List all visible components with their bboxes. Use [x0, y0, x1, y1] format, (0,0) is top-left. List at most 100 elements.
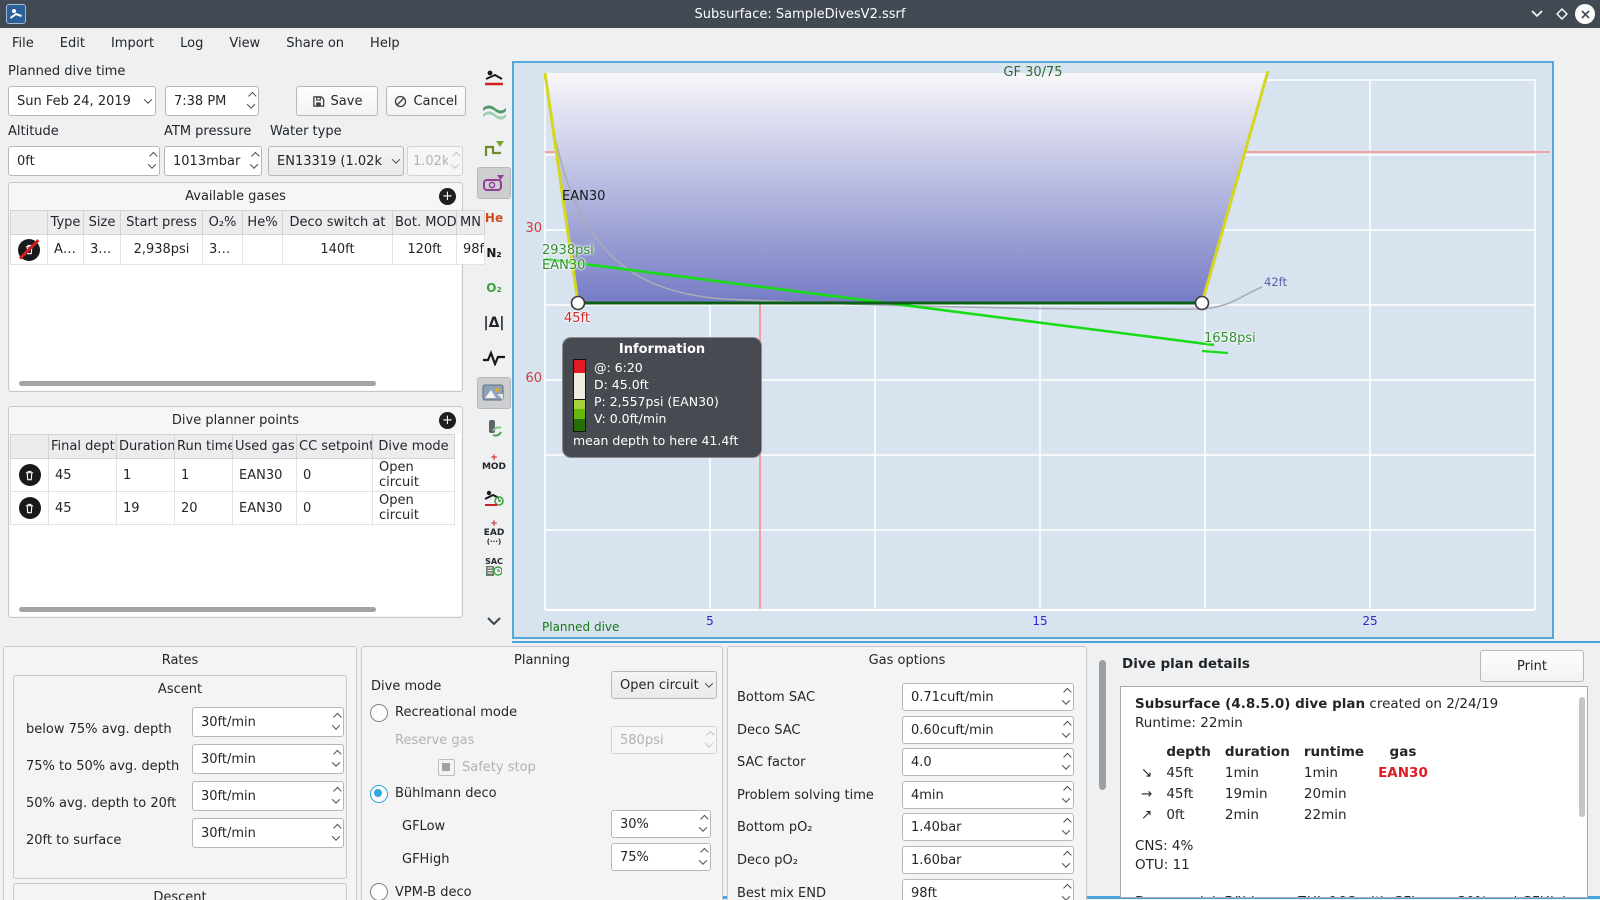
- gfhigh-spinner[interactable]: 75%: [611, 843, 711, 871]
- points-col-runtime[interactable]: Run time: [174, 434, 233, 459]
- water-type-label: Water type: [270, 124, 342, 139]
- window-title: Subsurface: SampleDivesV2.ssrf: [694, 6, 906, 22]
- atm-pressure-spinner[interactable]: 1013mbar: [164, 146, 262, 176]
- altitude-spinner[interactable]: 0ft: [8, 146, 160, 176]
- mod-icon[interactable]: + MOD: [477, 447, 511, 479]
- recreational-mode-radio[interactable]: [370, 704, 388, 722]
- gases-col-he[interactable]: He%: [242, 210, 283, 235]
- menu-log[interactable]: Log: [180, 36, 203, 51]
- plan-deco-model: Deco model: Bühlmann ZHL-16C with GFLow …: [1135, 893, 1586, 897]
- points-col-depth[interactable]: Final depth: [48, 434, 117, 459]
- gases-col-bot-mod[interactable]: Bot. MOD: [392, 210, 457, 235]
- points-col-setpoint[interactable]: CC setpoint: [296, 434, 373, 459]
- deco-sac-spinner[interactable]: 0.60cuft/min: [902, 716, 1074, 744]
- maximize-button[interactable]: [1551, 3, 1573, 25]
- menu-file[interactable]: File: [12, 36, 34, 51]
- bottom-po2-spinner[interactable]: 1.40bar: [902, 813, 1074, 841]
- gases-col-deco-switch[interactable]: Deco switch at: [282, 210, 393, 235]
- sac-factor-label: SAC factor: [737, 755, 806, 770]
- dive-planner-points-title: Dive planner points: [171, 412, 300, 428]
- tooltip-speed: V: 0.0ft/min: [594, 411, 667, 426]
- waves-icon[interactable]: [477, 97, 511, 129]
- plan-text-vscrollbar[interactable]: [1579, 697, 1585, 817]
- delta-pressure-icon[interactable]: |Δ|: [477, 307, 511, 339]
- deco-po2-spinner[interactable]: 1.60bar: [902, 846, 1074, 874]
- descent-title: Descent: [153, 889, 207, 900]
- save-button[interactable]: Save: [296, 86, 378, 116]
- problem-solving-time-spinner[interactable]: 4min: [902, 781, 1074, 809]
- time-tick-5: 5: [706, 614, 714, 628]
- toolbar-scroll-down-icon[interactable]: [477, 604, 511, 636]
- time-tick-25: 25: [1362, 614, 1378, 628]
- menu-edit[interactable]: Edit: [60, 36, 85, 51]
- bottom-vscrollbar[interactable]: [1099, 660, 1106, 790]
- dive-mode-combo[interactable]: Open circuit: [611, 671, 717, 699]
- gases-col-o2[interactable]: O₂%: [202, 210, 243, 235]
- rate-20ft-surface-spinner[interactable]: 30ft/min: [192, 818, 344, 848]
- rate-label: below 75% avg. depth: [26, 722, 172, 737]
- profile-handle[interactable]: [570, 295, 586, 311]
- profile-handle[interactable]: [1194, 295, 1210, 311]
- deco-po2-label: Deco pO₂: [737, 853, 798, 868]
- points-hscrollbar[interactable]: [19, 607, 376, 612]
- rate-below-75-spinner[interactable]: 30ft/min: [192, 707, 344, 737]
- gases-col-size[interactable]: Size: [83, 210, 121, 235]
- heartrate-icon[interactable]: [477, 342, 511, 374]
- minimize-button[interactable]: [1526, 3, 1548, 25]
- dive-caption: Planned dive: [542, 620, 620, 634]
- ead-icon[interactable]: + EAD (···): [477, 517, 511, 549]
- point-row[interactable]: 45 19 20 EAN30 0 Open circuit: [10, 491, 455, 525]
- print-button[interactable]: Print: [1480, 650, 1584, 682]
- bottom-po2-label: Bottom pO₂: [737, 820, 813, 835]
- dive-time-value: 7:38 PM: [174, 93, 227, 109]
- dive-profile-chart[interactable]: GF 30/75 30 60 EAN30 2938psi EAN30 45ft …: [512, 61, 1554, 639]
- pp-o2-icon[interactable]: O₂: [477, 272, 511, 304]
- profile-toggle-icon[interactable]: [477, 62, 511, 94]
- gases-hscrollbar[interactable]: [19, 381, 376, 386]
- delete-point-icon[interactable]: [18, 497, 41, 519]
- pp-n2-icon[interactable]: N₂: [477, 237, 511, 269]
- gas-row[interactable]: A… 3… 2,938psi 3… 140ft 120ft 98f: [10, 234, 485, 265]
- dive-date-combo[interactable]: Sun Feb 24, 2019: [8, 86, 156, 116]
- menu-view[interactable]: View: [229, 36, 260, 51]
- title-bar: Subsurface: SampleDivesV2.ssrf: [0, 0, 1600, 28]
- buhlmann-deco-label: Bühlmann deco: [395, 786, 497, 801]
- points-col-mode[interactable]: Dive mode: [372, 434, 455, 459]
- dive-time-spinner[interactable]: 7:38 PM: [165, 86, 259, 116]
- planned-dive-time-label: Planned dive time: [8, 64, 126, 79]
- gases-col-start-press[interactable]: Start press: [120, 210, 203, 235]
- pp-he-icon[interactable]: He: [477, 202, 511, 234]
- cancel-button[interactable]: Cancel: [386, 86, 466, 116]
- menu-share-on[interactable]: Share on: [286, 36, 344, 51]
- rate-label: 75% to 50% avg. depth: [26, 759, 180, 774]
- water-type-combo[interactable]: EN13319 (1.02k: [268, 146, 404, 176]
- rate-50-20ft-spinner[interactable]: 30ft/min: [192, 781, 344, 811]
- photos-icon[interactable]: [477, 377, 511, 409]
- sac-rate-icon[interactable]: SAC: [477, 552, 511, 584]
- gas-change-icon[interactable]: [477, 412, 511, 444]
- sac-factor-spinner[interactable]: 4.0: [902, 748, 1074, 776]
- chevron-down-icon: [143, 95, 153, 104]
- close-button[interactable]: [1574, 3, 1596, 25]
- delete-gas-icon[interactable]: [18, 238, 40, 261]
- rate-75-50-spinner[interactable]: 30ft/min: [192, 744, 344, 774]
- gflow-spinner[interactable]: 30%: [611, 810, 711, 838]
- add-point-button[interactable]: +: [439, 412, 456, 429]
- plan-cns: CNS: 4%: [1135, 838, 1194, 854]
- vpmb-deco-radio[interactable]: [370, 883, 388, 900]
- bottom-sac-spinner[interactable]: 0.71cuft/min: [902, 683, 1074, 711]
- delete-point-icon[interactable]: [18, 464, 41, 486]
- gas-options-title: Gas options: [868, 652, 946, 668]
- point-row[interactable]: 45 1 1 EAN30 0 Open circuit: [10, 458, 455, 492]
- ndl-tts-icon[interactable]: [477, 482, 511, 514]
- menu-help[interactable]: Help: [370, 36, 400, 51]
- add-gas-button[interactable]: +: [439, 188, 456, 205]
- points-col-gas[interactable]: Used gas: [232, 434, 297, 459]
- gases-col-type[interactable]: Type: [47, 210, 84, 235]
- best-mix-end-spinner[interactable]: 98ft: [902, 879, 1074, 900]
- buhlmann-deco-radio[interactable]: [370, 785, 388, 803]
- tts-icon[interactable]: [477, 167, 511, 199]
- ceiling-icon[interactable]: [477, 132, 511, 164]
- menu-import[interactable]: Import: [111, 36, 154, 51]
- points-col-duration[interactable]: Duration: [116, 434, 175, 459]
